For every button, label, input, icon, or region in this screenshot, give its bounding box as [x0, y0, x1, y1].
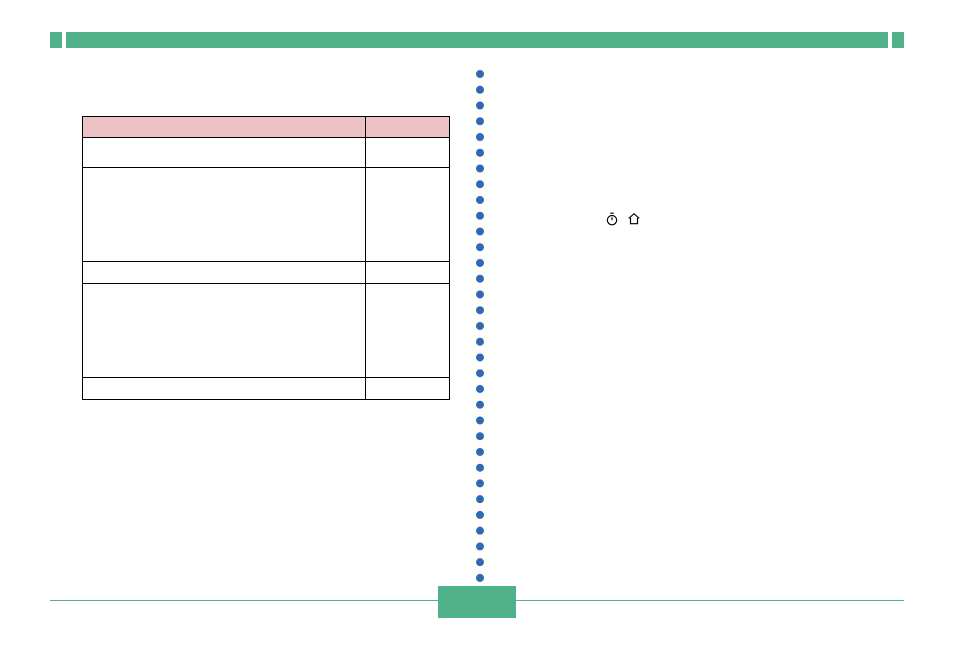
header-cap-right	[892, 32, 904, 48]
table-cell	[365, 284, 449, 378]
nutrition-table	[82, 116, 450, 400]
table-cell	[83, 262, 366, 284]
header-cap-left	[50, 32, 62, 48]
table-row	[83, 262, 450, 284]
table-row	[83, 138, 450, 168]
table-row	[83, 378, 450, 400]
table-cell	[83, 378, 366, 400]
header-bar	[50, 32, 904, 48]
column-divider	[476, 70, 484, 598]
header-bar-mid	[66, 32, 888, 48]
table-row	[83, 168, 450, 262]
table-cell	[83, 168, 366, 262]
table-header-1	[83, 117, 366, 138]
page-number-tab	[438, 586, 516, 618]
page	[0, 0, 954, 646]
timer-icon	[605, 212, 619, 229]
table-cell	[365, 378, 449, 400]
table-row	[83, 284, 450, 378]
meta-icon-row	[605, 212, 641, 229]
table-cell	[83, 284, 366, 378]
table-header-row	[83, 117, 450, 138]
table-cell	[365, 262, 449, 284]
table-cell	[365, 138, 449, 168]
table-cell	[83, 138, 366, 168]
table-cell	[365, 168, 449, 262]
home-icon	[627, 212, 641, 229]
table-header-2	[365, 117, 449, 138]
